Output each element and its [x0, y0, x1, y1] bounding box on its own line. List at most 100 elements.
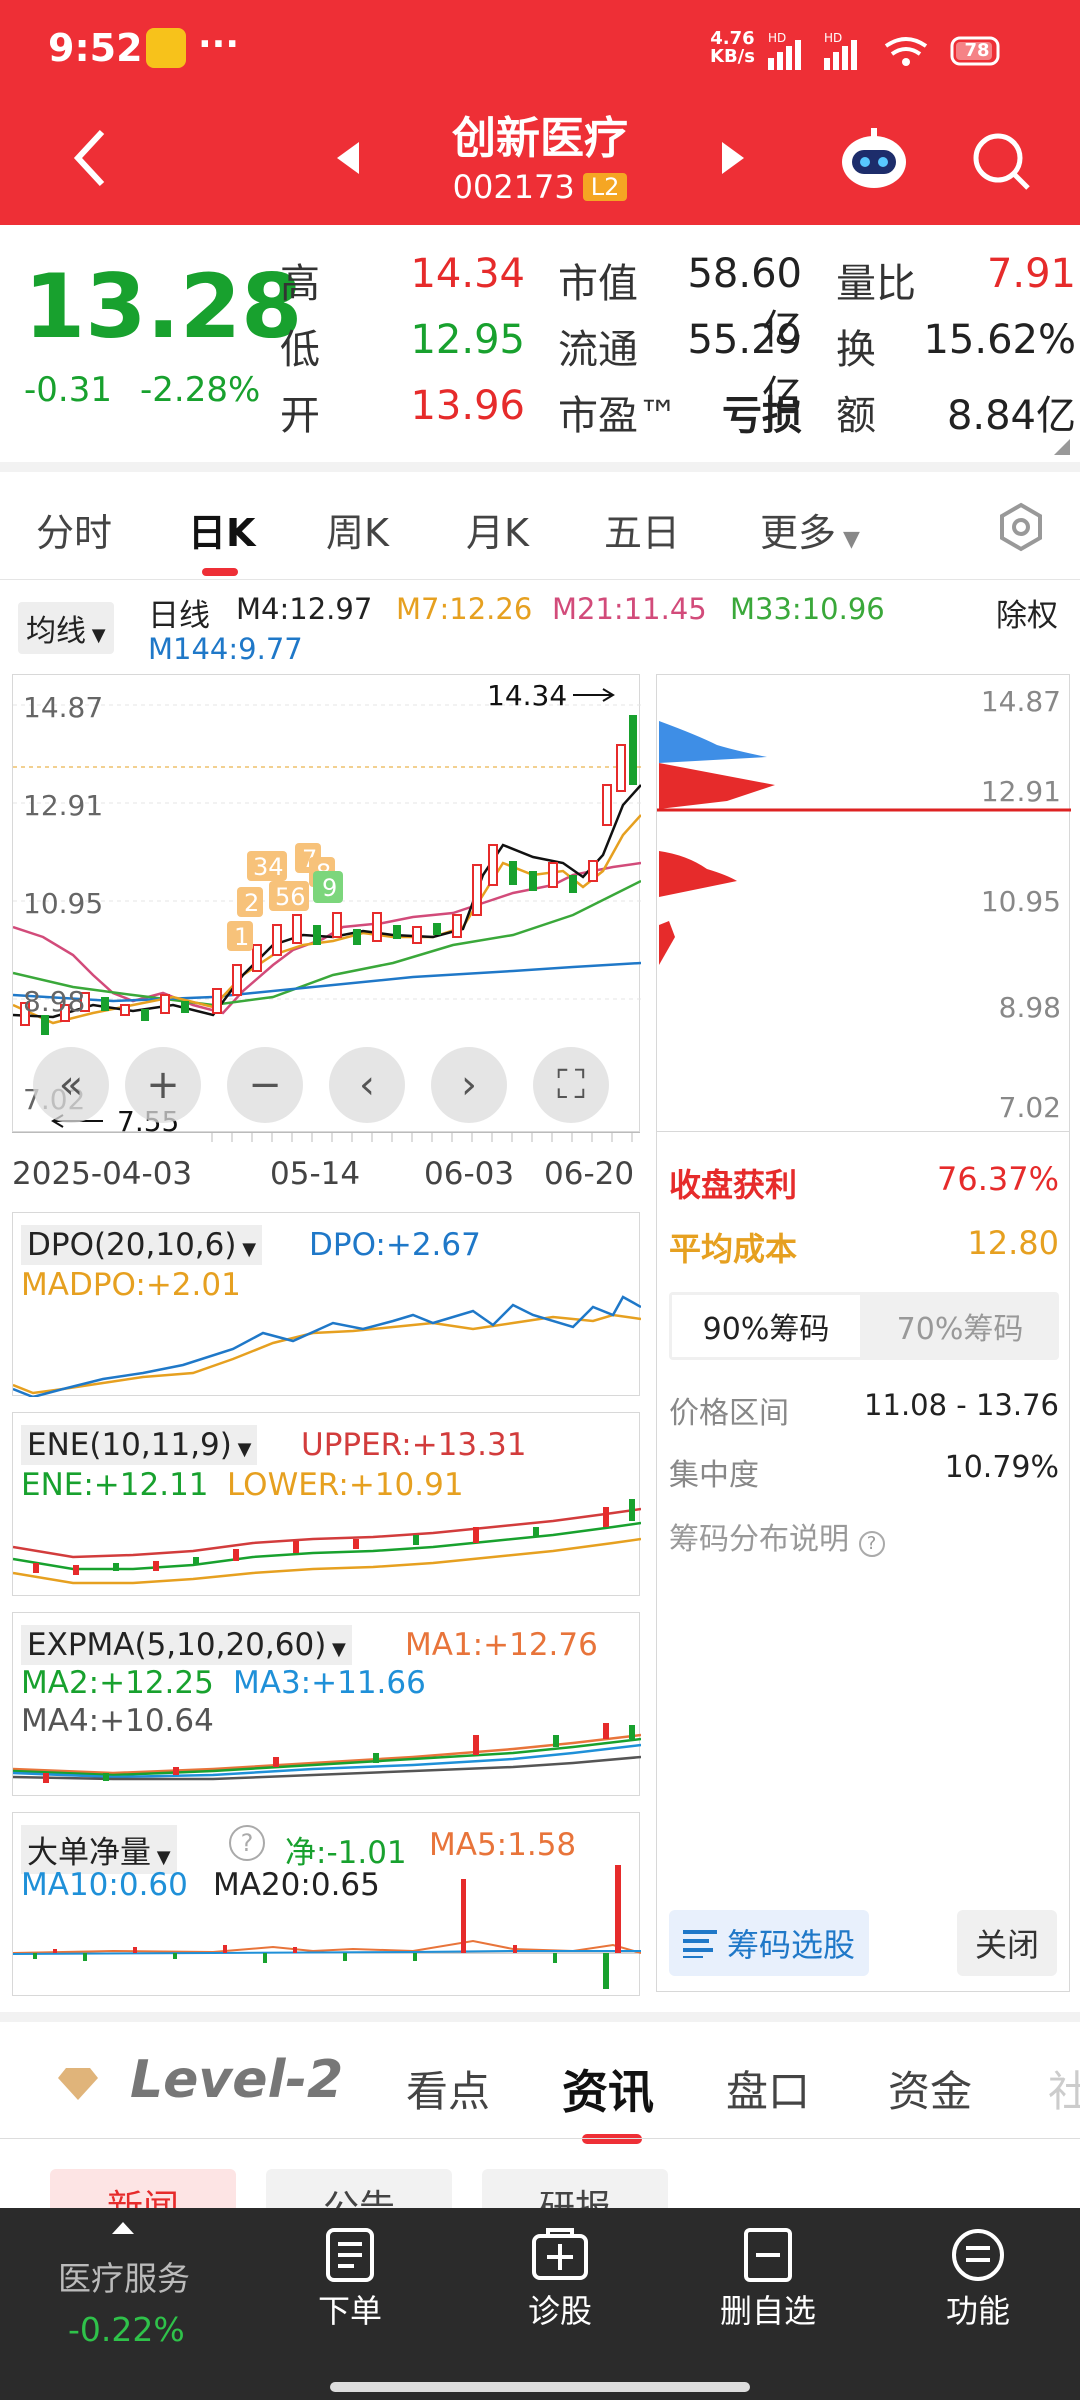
sector-name[interactable]: 医疗服务: [58, 2252, 190, 2300]
signal-3: 34: [253, 853, 284, 881]
nav-bar: 创新医疗 002173 L2: [0, 100, 1080, 225]
kline-panel: 14.87 12.91 10.95 8.98 7.02 14.34 7.55 1…: [12, 674, 642, 1138]
dpo-selector[interactable]: DPO(20,10,6) ▼: [21, 1225, 263, 1265]
tab-order-book[interactable]: 盘口: [726, 2058, 810, 2119]
high-marker: 14.34: [487, 679, 567, 712]
chip-help-link[interactable]: 筹码分布说明 ?: [669, 1514, 885, 1558]
float-label: 流通: [558, 327, 638, 373]
ma-selector[interactable]: 均线 ▼: [18, 602, 114, 654]
chip-loss-red-1: [659, 763, 775, 809]
scroll-left-fast-button[interactable]: «: [33, 1047, 109, 1123]
status-bar: 9:52 ··· 4.76 KB/s HD HD 78: [0, 0, 1080, 100]
order-button[interactable]: 下单: [290, 2228, 410, 2332]
chip-loss-red-2: [659, 851, 737, 897]
list-icon: [683, 1930, 717, 1958]
stock-code-row: 002173 L2: [380, 168, 700, 206]
ma7-value: M7:12.26: [396, 592, 533, 626]
turnover-label: 换: [836, 327, 876, 373]
tab-minute[interactable]: 分时: [36, 502, 112, 557]
turnover-value: 15.62%: [923, 317, 1076, 363]
tab-five-day[interactable]: 五日: [604, 502, 680, 557]
expma-selector[interactable]: EXPMA(5,10,20,60) ▼: [21, 1625, 352, 1665]
chip-panel: 14.87 12.91 10.95 8.98 7.02: [656, 674, 1071, 1132]
chip-tabs: 90%筹码 70%筹码: [669, 1292, 1059, 1360]
help-icon: ?: [858, 1531, 885, 1557]
amount-value: 8.84亿: [946, 393, 1076, 439]
low-label: 低: [280, 327, 320, 373]
back-icon[interactable]: [70, 128, 110, 188]
signal-4: 56: [275, 883, 306, 911]
diagnose-icon: [532, 2228, 588, 2280]
subtab-news[interactable]: 新闻: [50, 2169, 236, 2210]
high-arrow: [573, 688, 615, 702]
fullscreen-button[interactable]: ⛶: [533, 1047, 609, 1123]
tab-weekly-k[interactable]: 周K: [326, 502, 389, 557]
chevron-up-icon[interactable]: [110, 2220, 136, 2236]
price-range-value: 11.08 - 13.76: [864, 1388, 1059, 1422]
concentration-value: 10.79%: [944, 1450, 1059, 1485]
last-price: 13.28: [24, 255, 303, 358]
period-tabs: 分时 日K 周K 月K 五日 更多 ▼: [0, 472, 1080, 580]
scroll-left-button[interactable]: ‹: [329, 1047, 405, 1123]
subtab-announcements[interactable]: 公告: [266, 2169, 452, 2210]
tab-more[interactable]: 更多 ▼: [760, 502, 860, 557]
tab-level2[interactable]: Level-2: [130, 2050, 343, 2110]
chip-close-button[interactable]: 关闭: [957, 1910, 1057, 1976]
price-range-label: 价格区间: [669, 1396, 789, 1431]
tab-chip-90[interactable]: 90%筹码: [672, 1295, 860, 1357]
ex-rights-button[interactable]: 除权: [996, 590, 1058, 635]
tab-news-info[interactable]: 资讯: [562, 2056, 654, 2122]
open-label: 开: [280, 393, 320, 439]
ma4-value: M4:12.97: [236, 592, 373, 626]
tab-chip-70[interactable]: 70%筹码: [864, 1295, 1056, 1357]
more-notifications: ···: [198, 24, 240, 65]
y-tick-1: 12.91: [23, 789, 103, 822]
search-icon[interactable]: [970, 130, 1034, 194]
low-value: 12.95: [410, 317, 525, 363]
chip-y-tick-0: 14.87: [981, 685, 1061, 718]
volume-ratio-value: 7.91: [986, 251, 1076, 297]
next-stock-icon[interactable]: [718, 140, 748, 176]
expma-panel: EXPMA(5,10,20,60) ▼ MA1:+12.76 MA2:+12.2…: [12, 1612, 641, 1796]
chip-chart: 14.87 12.91 10.95 8.98 7.02: [657, 685, 1071, 1124]
settings-icon[interactable]: [996, 502, 1046, 552]
x-label-0: 2025-04-03: [12, 1156, 193, 1192]
signal-2: 2: [244, 889, 259, 917]
prev-stock-icon[interactable]: [333, 140, 363, 176]
ma-legend: 均线 ▼ 日线 M4:12.97 M7:12.26 M21:11.45 M33:…: [0, 582, 1080, 672]
robot-assistant-icon[interactable]: [838, 126, 910, 192]
zoom-in-button[interactable]: +: [125, 1047, 201, 1123]
x-label-1: 05-14: [270, 1156, 361, 1192]
y-tick-0: 14.87: [23, 691, 103, 724]
function-menu-button[interactable]: 功能: [918, 2228, 1038, 2332]
scroll-right-button[interactable]: ›: [431, 1047, 507, 1123]
avg-cost-value: 12.80: [967, 1224, 1059, 1262]
subtab-research[interactable]: 研报: [482, 2169, 668, 2210]
tab-daily-k[interactable]: 日K: [188, 502, 255, 557]
y-tick-2: 10.95: [23, 887, 103, 920]
concentration-label: 集中度: [669, 1458, 759, 1493]
chip-loss-red-3: [659, 921, 675, 965]
tab-community[interactable]: 社: [1048, 2058, 1080, 2119]
tab-highlights[interactable]: 看点: [406, 2058, 490, 2119]
sector-change: -0.22%: [68, 2310, 185, 2349]
big-order-chart: [13, 1865, 641, 1989]
diamond-icon: [58, 2068, 98, 2100]
news-subtabs: 新闻 公告 研报: [0, 2138, 1080, 2210]
ene-selector[interactable]: ENE(10,11,9) ▼: [21, 1425, 258, 1465]
amount-label: 额: [836, 393, 876, 439]
big-order-panel: 大单净量 ▼ ? 净:-1.01 MA5:1.58 MA10:0.60 MA20…: [12, 1812, 641, 1996]
chip-stock-select-button[interactable]: 筹码选股: [669, 1910, 869, 1976]
tab-funds[interactable]: 资金: [888, 2058, 972, 2119]
ma144-line: [12, 961, 642, 1003]
diagnose-button[interactable]: 诊股: [500, 2228, 620, 2332]
chip-y-tick-1: 12.91: [981, 775, 1061, 808]
volume-ratio-label: 量比: [836, 261, 916, 307]
tab-monthly-k[interactable]: 月K: [466, 502, 529, 557]
expand-corner-icon[interactable]: [1052, 437, 1072, 457]
dpo-chart: [13, 1295, 641, 1397]
zoom-out-button[interactable]: −: [227, 1047, 303, 1123]
remove-watchlist-button[interactable]: 删自选: [708, 2228, 828, 2332]
home-indicator: [330, 2382, 750, 2392]
expma-ma2-value: MA2:+12.25: [21, 1665, 214, 1701]
